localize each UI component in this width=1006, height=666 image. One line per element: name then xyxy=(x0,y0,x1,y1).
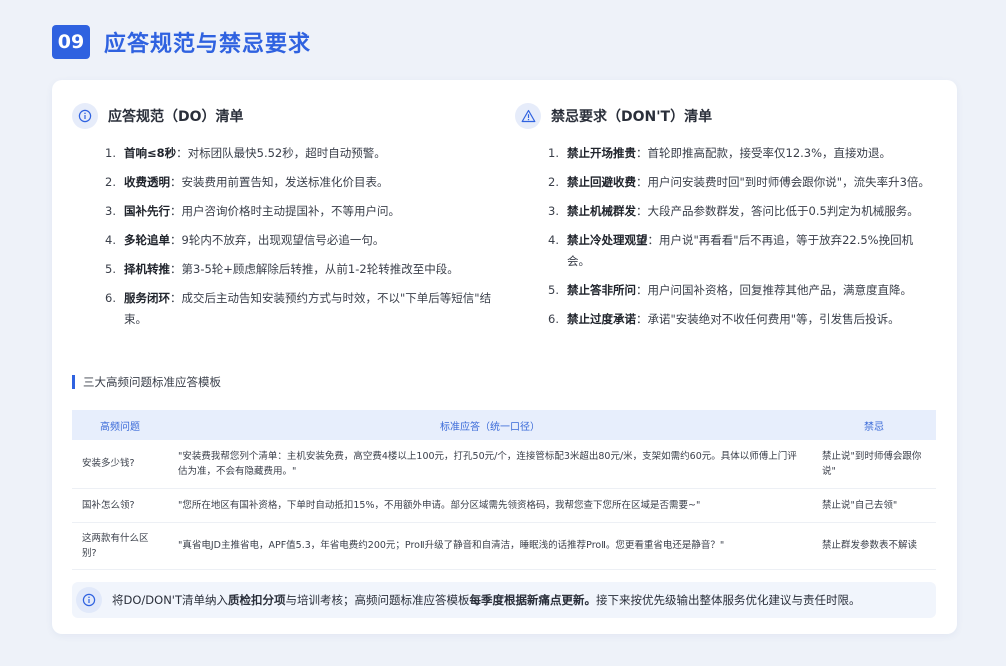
dont-item: 2. 禁止回避收费：用户问安装费时回"到时师傅会跟你说"，流失率升3倍。 xyxy=(548,175,930,189)
dont-item: 5. 禁止答非所问：用户问国补资格，回复推荐其他产品，满意度直降。 xyxy=(548,283,912,297)
template-section-label: 三大高频问题标准应答模板 xyxy=(72,375,221,389)
do-item: 4. 多轮追单：9轮内不放弃，出现观望信号必追一句。 xyxy=(105,233,385,247)
page-header: 09 应答规范与禁忌要求 xyxy=(52,25,311,59)
page-title: 应答规范与禁忌要求 xyxy=(104,32,312,57)
cell-answer: "您所在地区有国补资格，下单时自动抵扣15%，不用额外申请。部分区域需先领资格码… xyxy=(168,488,812,523)
do-list: 1. 首响≤8秒：对标团队最快5.52秒，超时自动预警。 2. 收费透明：安装费用前… xyxy=(105,143,502,330)
column-header-question: 高频问题 xyxy=(72,410,168,440)
table-header-row: 高频问题 标准应答（统一口径） 禁忌 xyxy=(72,410,936,440)
dont-item: 3. 禁止机械群发：大段产品参数群发，答问比低于0.5判定为机械服务。 xyxy=(548,204,919,218)
section-number-badge: 09 xyxy=(52,25,90,59)
info-icon xyxy=(72,103,98,129)
content-card: 应答规范（DO）清单 1. 首响≤8秒：对标团队最快5.52秒，超时自动预警。 2… xyxy=(52,80,957,634)
do-item: 5. 择机转推：第3-5轮+顾虑解除后转推，从前1-2轮转推改至中段。 xyxy=(105,262,459,276)
dont-item: 6. 禁止过度承诺：承诺"安装绝对不收任何费用"等，引发售后投诉。 xyxy=(548,312,900,326)
column-header-taboo: 禁忌 xyxy=(812,410,936,440)
footer-text: 将DO/DON'T清单纳入质检扣分项与培训考核；高频问题标准应答模板每季度根据新… xyxy=(112,593,861,607)
do-item: 3. 国补先行：用户咨询价格时主动提国补，不等用户问。 xyxy=(105,204,400,218)
do-header: 应答规范（DO）清单 xyxy=(72,102,502,130)
cell-taboo: 禁止说"到时师傅会跟你说" xyxy=(812,440,936,489)
do-item: 1. 首响≤8秒：对标团队最快5.52秒，超时自动预警。 xyxy=(105,146,386,160)
dont-title: 禁忌要求（DON'T）清单 xyxy=(551,109,713,125)
dont-item: 1. 禁止开场推贵：首轮即推高配款，接受率仅12.3%，直接劝退。 xyxy=(548,146,892,160)
dont-column: 禁忌要求（DON'T）清单 1. 禁止开场推贵：首轮即推高配款，接受率仅12.3%… xyxy=(515,102,935,338)
dont-header: 禁忌要求（DON'T）清单 xyxy=(515,102,935,130)
do-title: 应答规范（DO）清单 xyxy=(108,109,244,125)
info-icon xyxy=(76,587,102,613)
footer-note: 将DO/DON'T清单纳入质检扣分项与培训考核；高频问题标准应答模板每季度根据新… xyxy=(72,582,936,618)
cell-taboo: 禁止说"自己去领" xyxy=(812,488,936,523)
do-column: 应答规范（DO）清单 1. 首响≤8秒：对标团队最快5.52秒，超时自动预警。 2… xyxy=(72,102,502,338)
table-row: 安装多少钱? "安装费我帮您列个清单：主机安装免费，高空费4楼以上100元，打孔… xyxy=(72,440,936,489)
dont-item: 4. 禁止冷处理观望：用户说"再看看"后不再追，等于放弃22.5%挽回机会。 xyxy=(548,233,914,268)
column-header-answer: 标准应答（统一口径） xyxy=(168,410,812,440)
warning-icon xyxy=(515,103,541,129)
do-item: 6. 服务闭环：成交后主动告知安装预约方式与时效，不以"下单后等短信"结束。 xyxy=(105,291,492,326)
cell-question: 安装多少钱? xyxy=(72,440,168,489)
template-table: 高频问题 标准应答（统一口径） 禁忌 安装多少钱? "安装费我帮您列个清单：主机… xyxy=(72,410,936,570)
cell-taboo: 禁止群发参数表不解读 xyxy=(812,522,936,570)
table-row: 国补怎么领? "您所在地区有国补资格，下单时自动抵扣15%，不用额外申请。部分区… xyxy=(72,488,936,523)
do-item: 2. 收费透明：安装费用前置告知，发送标准化价目表。 xyxy=(105,175,389,189)
cell-answer: "安装费我帮您列个清单：主机安装免费，高空费4楼以上100元，打孔50元/个，连… xyxy=(168,440,812,489)
cell-question: 国补怎么领? xyxy=(72,488,168,523)
cell-question: 这两款有什么区别? xyxy=(72,522,168,570)
table-row: 这两款有什么区别? "真省电JD主推省电，APF值5.3，年省电费约200元；P… xyxy=(72,522,936,570)
dont-list: 1. 禁止开场推贵：首轮即推高配款，接受率仅12.3%，直接劝退。 2. 禁止回避收… xyxy=(548,143,935,330)
cell-answer: "真省电JD主推省电，APF值5.3，年省电费约200元；ProⅡ升级了静音和自… xyxy=(168,522,812,570)
